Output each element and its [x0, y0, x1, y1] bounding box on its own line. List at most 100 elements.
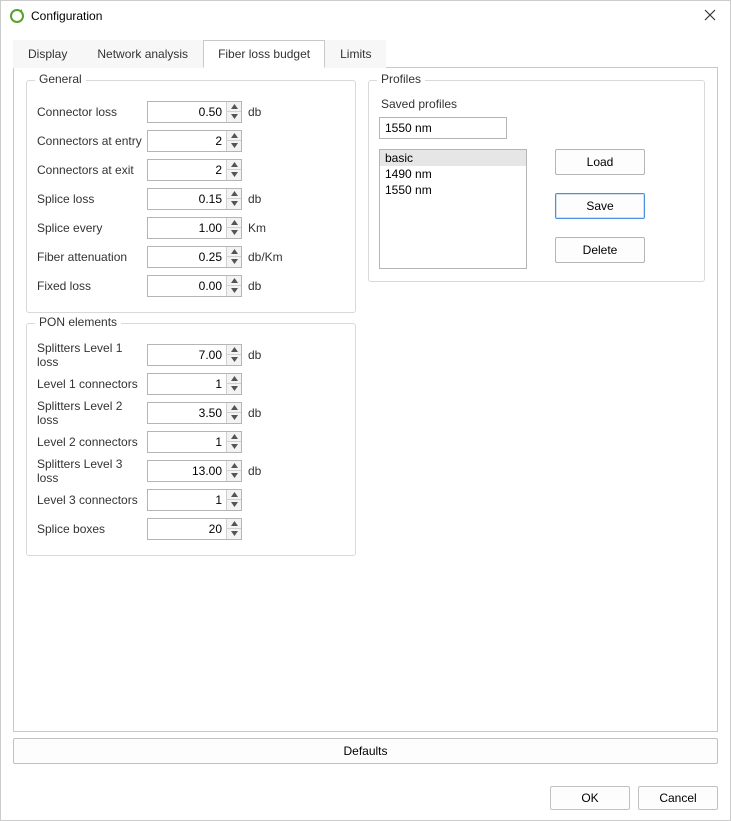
spin-value[interactable]: [148, 276, 226, 296]
spin-input[interactable]: [147, 188, 242, 210]
tab-display[interactable]: Display: [13, 40, 82, 68]
spin-value[interactable]: [148, 432, 226, 452]
spin-down-icon[interactable]: [227, 471, 241, 481]
profile-item[interactable]: 1490 nm: [380, 166, 526, 182]
spin-up-icon[interactable]: [227, 189, 241, 199]
dialog-content: Display Network analysis Fiber loss budg…: [1, 31, 730, 776]
spin-input[interactable]: [147, 217, 242, 239]
spin-input[interactable]: [147, 402, 242, 424]
field-splice-every: Splice everyKm: [37, 213, 345, 242]
spin-up-icon[interactable]: [227, 432, 241, 442]
spin-input[interactable]: [147, 130, 242, 152]
spin-input[interactable]: [147, 344, 242, 366]
spin-up-icon[interactable]: [227, 247, 241, 257]
spin-up-icon[interactable]: [227, 131, 241, 141]
field-fiber-atten: Fiber attenuation db/Km: [37, 242, 345, 271]
field-label: Splitters Level 1 loss: [37, 341, 147, 369]
spin-down-icon[interactable]: [227, 286, 241, 296]
spin-input[interactable]: [147, 159, 242, 181]
spin-value[interactable]: [148, 519, 226, 539]
close-button[interactable]: [698, 9, 722, 24]
field-label: Splice loss: [37, 192, 147, 206]
delete-button[interactable]: Delete: [555, 237, 645, 263]
spin-input[interactable]: [147, 518, 242, 540]
tab-limits[interactable]: Limits: [325, 40, 386, 68]
field-label: Level 2 connectors: [37, 435, 147, 449]
field-label: Connectors at entry: [37, 134, 147, 148]
field-spl1-loss: Splitters Level 1 loss db: [37, 340, 345, 369]
spin-value[interactable]: [148, 131, 226, 151]
spin-input[interactable]: [147, 246, 242, 268]
field-unit: db/Km: [248, 250, 283, 264]
spin-down-icon[interactable]: [227, 384, 241, 394]
field-label: Splitters Level 2 loss: [37, 399, 147, 427]
field-unit: db: [248, 348, 261, 362]
field-spl3-loss: Splitters Level 3 lossdb: [37, 456, 345, 485]
spin-value[interactable]: [148, 189, 226, 209]
profile-item[interactable]: 1550 nm: [380, 182, 526, 198]
group-profiles: Profiles Saved profiles basic 1490 nm 15…: [368, 80, 705, 282]
profiles-list[interactable]: basic 1490 nm 1550 nm: [379, 149, 527, 269]
spin-value[interactable]: [148, 345, 226, 365]
spin-input[interactable]: [147, 460, 242, 482]
spin-up-icon[interactable]: [227, 345, 241, 355]
spin-up-icon[interactable]: [227, 218, 241, 228]
spin-value[interactable]: [148, 247, 226, 267]
field-connector-loss: Connector lossdb: [37, 97, 345, 126]
spin-down-icon[interactable]: [227, 442, 241, 452]
defaults-button[interactable]: Defaults: [13, 738, 718, 764]
spin-up-icon[interactable]: [227, 519, 241, 529]
field-unit: db: [248, 105, 261, 119]
spin-up-icon[interactable]: [227, 374, 241, 384]
spin-value[interactable]: [148, 461, 226, 481]
saved-profiles-label: Saved profiles: [381, 97, 694, 111]
spin-input[interactable]: [147, 489, 242, 511]
field-label: Splice boxes: [37, 522, 147, 536]
spin-input[interactable]: [147, 373, 242, 395]
group-profiles-title: Profiles: [377, 72, 425, 86]
spin-up-icon[interactable]: [227, 403, 241, 413]
spin-value[interactable]: [148, 374, 226, 394]
field-splice-loss: Splice lossdb: [37, 184, 345, 213]
spin-down-icon[interactable]: [227, 413, 241, 423]
profile-name-input[interactable]: [379, 117, 507, 139]
tab-fiber-loss-budget[interactable]: Fiber loss budget: [203, 40, 325, 68]
cancel-button[interactable]: Cancel: [638, 786, 718, 810]
group-pon: PON elements Splitters Level 1 lossdbLev…: [26, 323, 356, 556]
spin-value[interactable]: [148, 490, 226, 510]
spin-down-icon[interactable]: [227, 199, 241, 209]
tab-network-analysis[interactable]: Network analysis: [82, 40, 203, 68]
spin-value[interactable]: [148, 403, 226, 423]
field-label: Fiber attenuation: [37, 250, 147, 264]
spin-input[interactable]: [147, 101, 242, 123]
spin-down-icon[interactable]: [227, 529, 241, 539]
spin-value[interactable]: [148, 218, 226, 238]
spin-down-icon[interactable]: [227, 228, 241, 238]
spin-value[interactable]: [148, 160, 226, 180]
spin-up-icon[interactable]: [227, 102, 241, 112]
spin-down-icon[interactable]: [227, 170, 241, 180]
load-button[interactable]: Load: [555, 149, 645, 175]
spin-up-icon[interactable]: [227, 490, 241, 500]
spin-input[interactable]: [147, 431, 242, 453]
spin-input[interactable]: [147, 275, 242, 297]
spin-down-icon[interactable]: [227, 355, 241, 365]
spin-down-icon[interactable]: [227, 257, 241, 267]
ok-button[interactable]: OK: [550, 786, 630, 810]
field-fixed-loss: Fixed lossdb: [37, 271, 345, 300]
field-unit: Km: [248, 221, 266, 235]
group-general: General Connector lossdbConnectors at en…: [26, 80, 356, 313]
spin-down-icon[interactable]: [227, 112, 241, 122]
profile-item[interactable]: basic: [380, 150, 526, 166]
spin-down-icon[interactable]: [227, 141, 241, 151]
field-unit: db: [248, 279, 261, 293]
spin-up-icon[interactable]: [227, 461, 241, 471]
group-general-title: General: [35, 72, 86, 86]
tab-panel: General Connector lossdb Connectors at en…: [13, 68, 718, 732]
spin-up-icon[interactable]: [227, 276, 241, 286]
spin-up-icon[interactable]: [227, 160, 241, 170]
spin-down-icon[interactable]: [227, 500, 241, 510]
spin-value[interactable]: [148, 102, 226, 122]
save-button[interactable]: Save: [555, 193, 645, 219]
field-label: Level 3 connectors: [37, 493, 147, 507]
